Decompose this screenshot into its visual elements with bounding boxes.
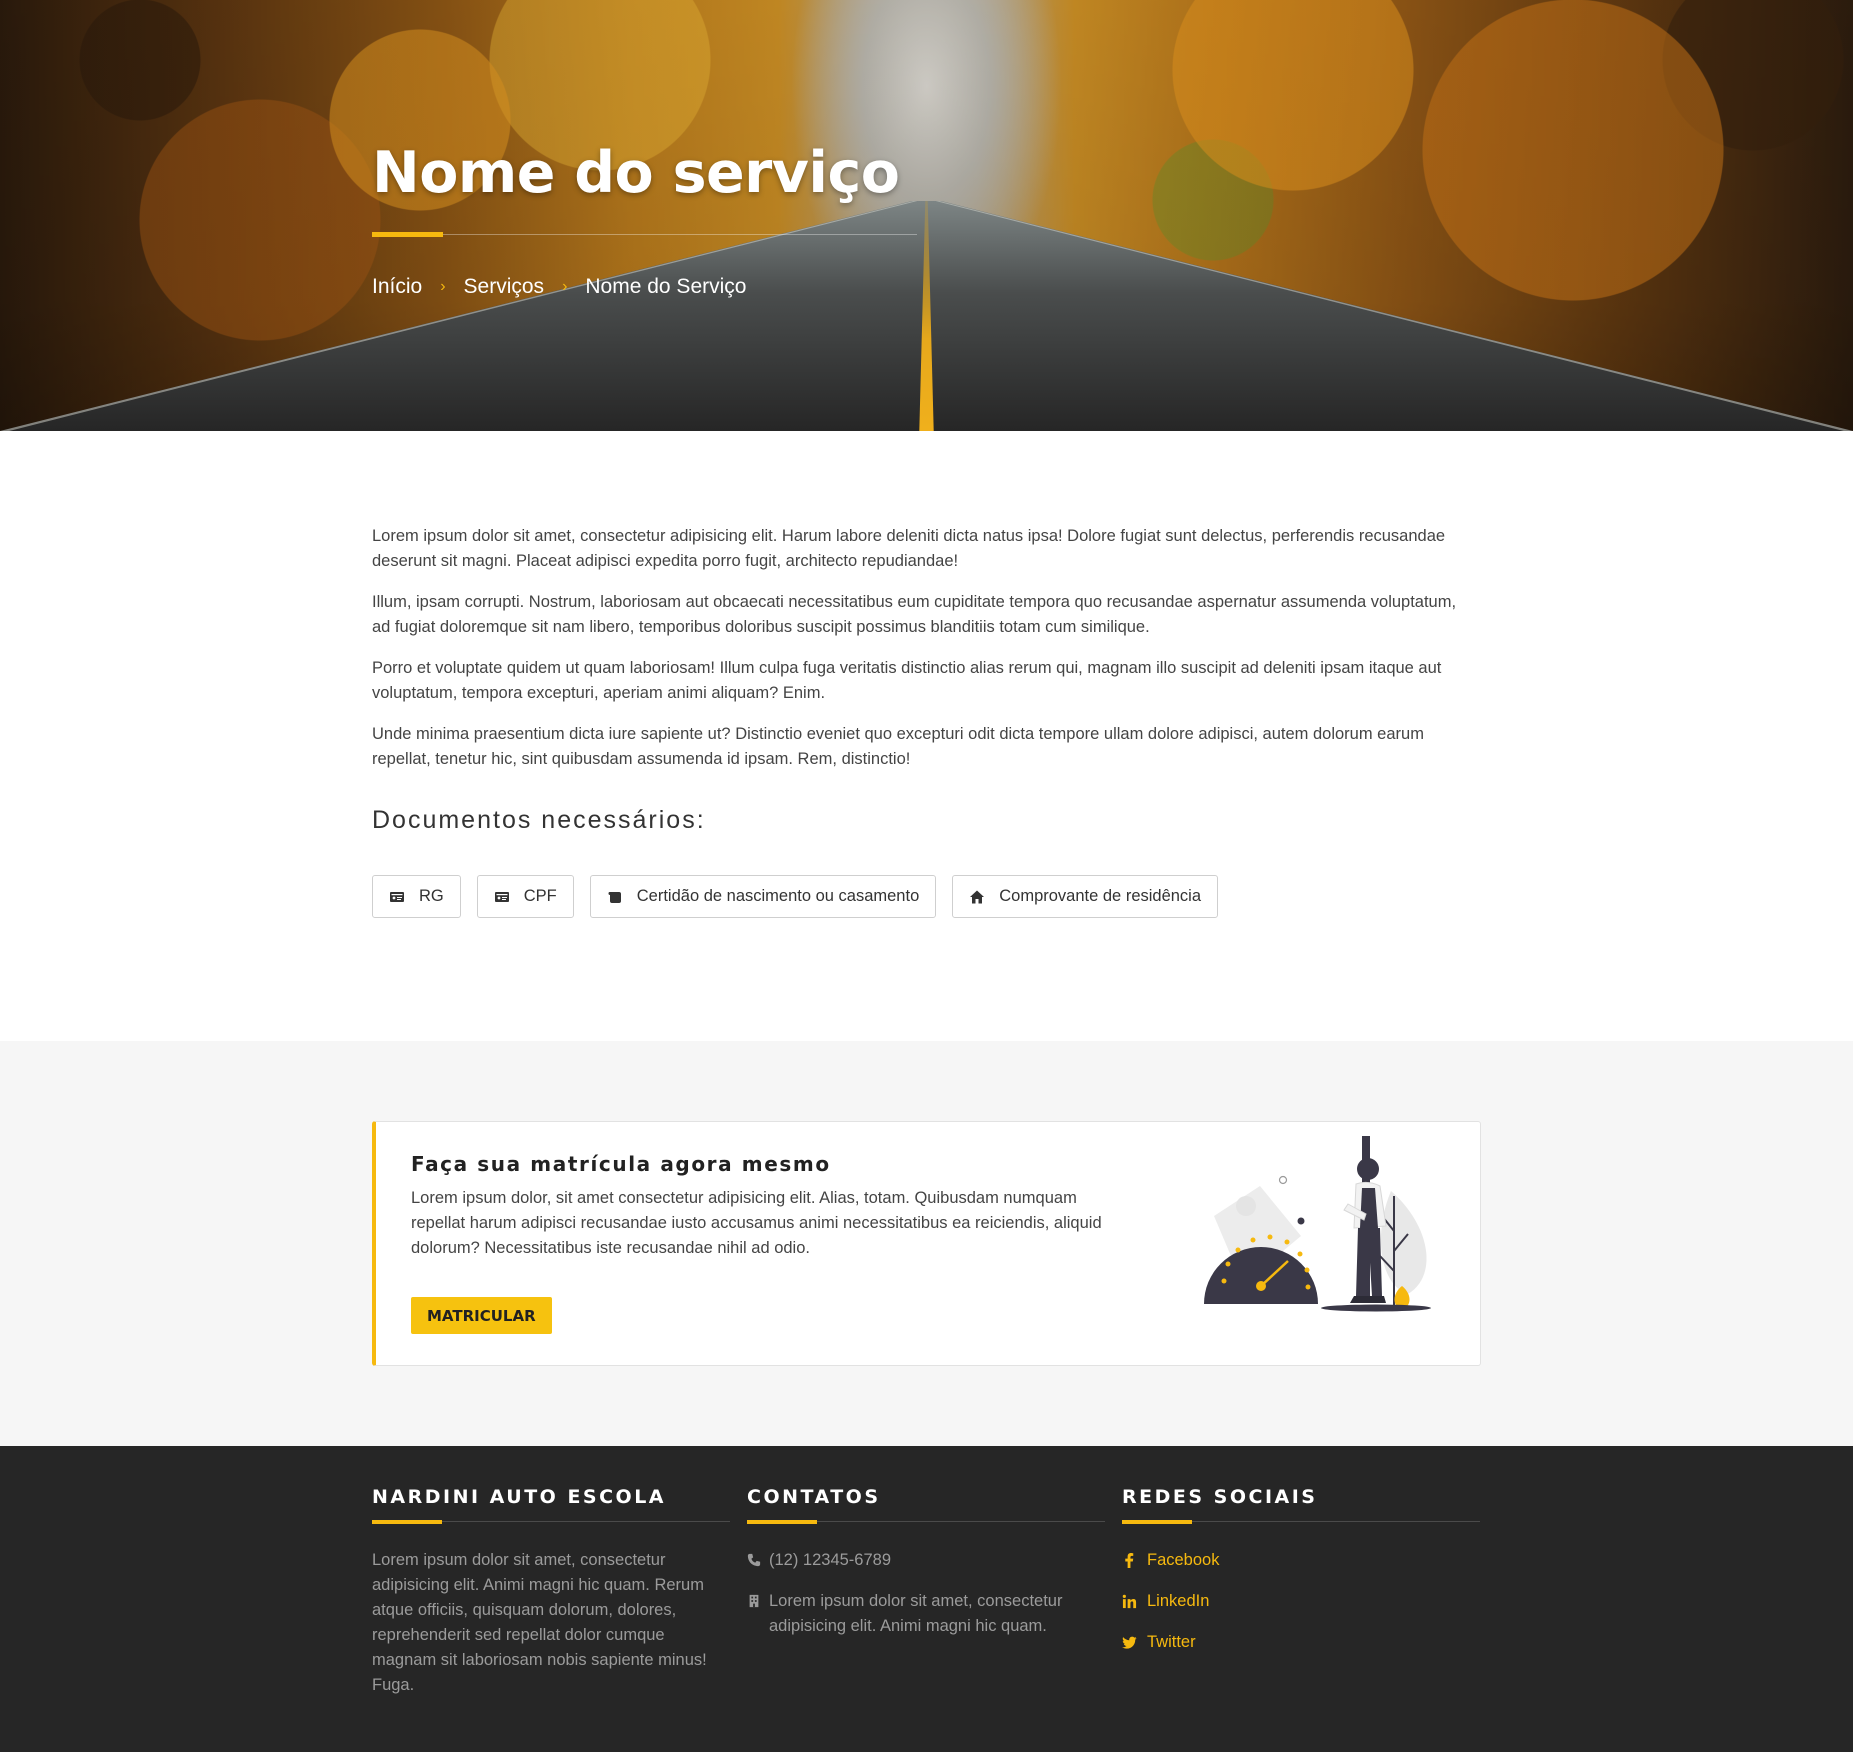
contact-address: Lorem ipsum dolor sit amet, consectetur … — [747, 1589, 1105, 1639]
footer-heading-underline — [372, 1520, 730, 1524]
description-paragraph: Lorem ipsum dolor sit amet, consectetur … — [372, 527, 1446, 570]
linkedin-link[interactable]: LinkedIn — [1122, 1589, 1480, 1614]
document-label: RG — [419, 887, 444, 905]
footer-social-heading: REDES SOCIAIS — [1122, 1486, 1318, 1508]
footer-social: REDES SOCIAIS Facebook LinkedIn Twitter — [1122, 1486, 1480, 1671]
linkedin-label: LinkedIn — [1147, 1592, 1210, 1610]
breadcrumb-inicio[interactable]: Início — [372, 275, 422, 299]
document-label: CPF — [523, 887, 557, 905]
home-icon — [970, 890, 985, 903]
footer-heading-underline-accent — [372, 1520, 442, 1524]
footer-heading-underline-accent — [747, 1520, 817, 1524]
speedometer-person-illustration — [1204, 1136, 1431, 1312]
facebook-link[interactable]: Facebook — [1122, 1548, 1480, 1573]
description-paragraph: Unde minima praesentium dicta iure sapie… — [372, 725, 1424, 768]
hero-content: Nome do serviço Início › Serviços › Nome… — [372, 140, 917, 299]
title-divider — [372, 232, 917, 237]
phone-icon — [747, 1553, 761, 1567]
document-rg-button[interactable]: RG — [372, 875, 461, 918]
linkedin-icon — [1122, 1594, 1137, 1609]
contact-phone: (12) 12345-6789 — [747, 1548, 1105, 1573]
footer-contacts: CONTATOS (12) 12345-6789 Lorem ipsum dol… — [747, 1486, 1105, 1655]
id-card-icon — [494, 891, 509, 902]
enroll-button[interactable]: MATRICULAR — [411, 1297, 552, 1334]
facebook-icon — [1125, 1553, 1134, 1568]
document-label: Comprovante de residência — [999, 887, 1202, 905]
document-comprovante-button[interactable]: Comprovante de residência — [952, 875, 1219, 918]
twitter-label: Twitter — [1147, 1633, 1196, 1651]
enrollment-title: Faça sua matrícula agora mesmo — [411, 1152, 831, 1176]
document-certidao-button[interactable]: Certidão de nascimento ou casamento — [589, 875, 937, 918]
twitter-link[interactable]: Twitter — [1122, 1630, 1480, 1655]
phone-number: (12) 12345-6789 — [769, 1551, 892, 1569]
document-label: Certidão de nascimento ou casamento — [636, 887, 920, 905]
page-title: Nome do serviço — [372, 140, 900, 206]
breadcrumb-separator-icon: › — [562, 278, 568, 295]
title-divider-line — [372, 234, 917, 235]
id-card-icon — [390, 891, 404, 902]
document-cpf-button[interactable]: CPF — [476, 875, 574, 918]
footer-about-text: Lorem ipsum dolor sit amet, consectetur … — [372, 1551, 707, 1694]
enrollment-body: Lorem ipsum dolor, sit amet consectetur … — [411, 1189, 1102, 1257]
breadcrumb-separator-icon: › — [440, 278, 446, 295]
title-divider-accent — [372, 232, 443, 237]
hero-banner: Nome do serviço Início › Serviços › Nome… — [0, 0, 1853, 431]
breadcrumb-servicos[interactable]: Serviços — [464, 275, 545, 299]
description-paragraph: Porro et voluptate quidem ut quam labori… — [372, 659, 1442, 702]
site-footer: NARDINI AUTO ESCOLA Lorem ipsum dolor si… — [0, 1446, 1853, 1752]
building-icon — [749, 1594, 759, 1608]
enrollment-text: Faça sua matrícula agora mesmo Lorem ips… — [411, 1152, 1131, 1261]
enrollment-card: Faça sua matrícula agora mesmo Lorem ips… — [372, 1121, 1481, 1366]
social-links: Facebook LinkedIn Twitter — [1122, 1548, 1480, 1655]
footer-about-heading: NARDINI AUTO ESCOLA — [372, 1486, 667, 1508]
facebook-label: Facebook — [1147, 1551, 1220, 1569]
breadcrumb: Início › Serviços › Nome do Serviço — [372, 275, 917, 299]
footer-heading-underline — [1122, 1520, 1480, 1524]
footer-about: NARDINI AUTO ESCOLA Lorem ipsum dolor si… — [372, 1486, 730, 1698]
service-description: Lorem ipsum dolor sit amet, consectetur … — [372, 524, 1477, 918]
breadcrumb-current: Nome do Serviço — [585, 275, 747, 298]
description-paragraph: Illum, ipsam corrupti. Nostrum, laborios… — [372, 593, 1457, 636]
contact-list: (12) 12345-6789 Lorem ipsum dolor sit am… — [747, 1548, 1105, 1639]
documents-list: RG CPF Certidão de nascimento ou casamen… — [372, 875, 1477, 918]
scroll-icon — [608, 891, 621, 903]
footer-heading-underline-accent — [1122, 1520, 1192, 1524]
footer-heading-underline — [747, 1520, 1105, 1524]
address-text: Lorem ipsum dolor sit amet, consectetur … — [769, 1592, 1063, 1635]
enrollment-section: Faça sua matrícula agora mesmo Lorem ips… — [0, 1041, 1853, 1446]
twitter-icon — [1122, 1636, 1137, 1649]
footer-contacts-heading: CONTATOS — [747, 1486, 881, 1508]
documents-heading: Documentos necessários: — [372, 806, 706, 834]
